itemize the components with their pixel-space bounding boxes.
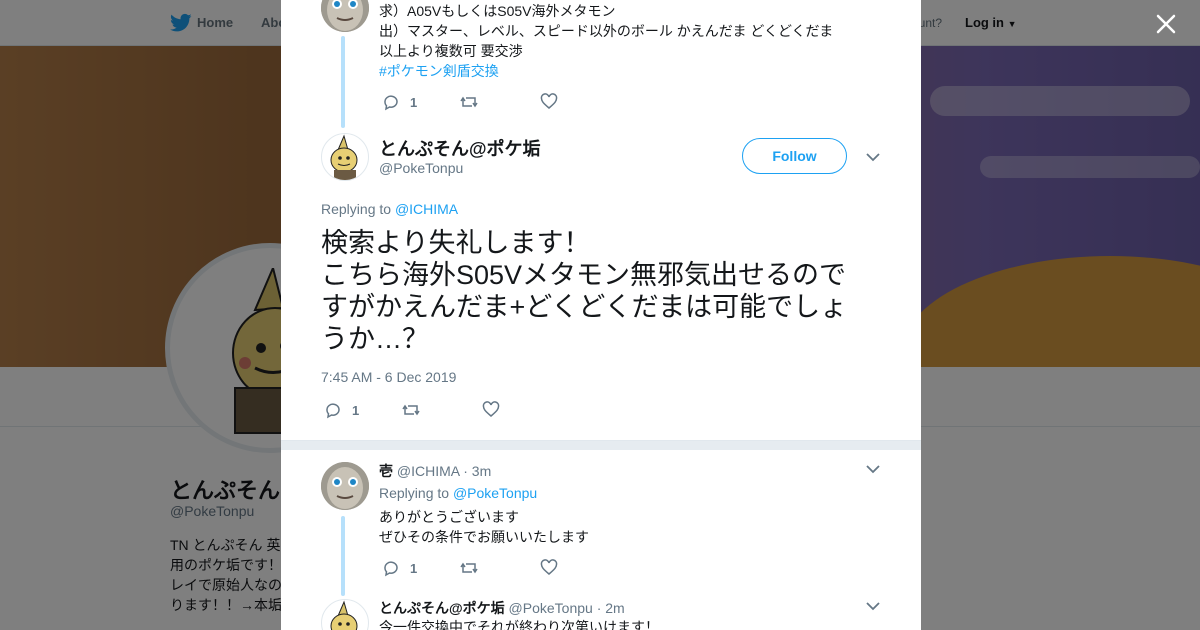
replying-to-link[interactable]: @ICHIMA: [395, 201, 458, 217]
like-action[interactable]: [540, 559, 558, 577]
section-divider: [281, 440, 921, 450]
reply-text-line: ありがとうございます: [379, 509, 519, 525]
reply-action[interactable]: 1: [382, 93, 417, 111]
reply-count: 1: [352, 402, 360, 418]
reply-count: 1: [410, 560, 418, 576]
prev-tweet-line: 以上より複数可 要交渉: [379, 43, 523, 59]
replying-to-prefix: Replying to: [379, 485, 450, 501]
heart-icon: [540, 93, 558, 109]
reply-action[interactable]: 1: [382, 559, 417, 577]
mimikyu-avatar-image: [330, 600, 358, 630]
main-tweet-text: 検索より失礼します！ こちら海外S05Vメタモン無邪気出せるので すがかえんだま…: [321, 228, 848, 354]
hashtag-link[interactable]: #ポケモン剣盾交換: [379, 61, 499, 81]
reply-display-name[interactable]: とんぷそん@ポケ垢: [379, 600, 505, 616]
mimikyu-avatar-image: [330, 134, 358, 180]
chevron-down-icon[interactable]: [866, 601, 880, 611]
ichima-avatar[interactable]: [321, 0, 369, 32]
retweet-icon: [460, 96, 478, 108]
follow-button[interactable]: Follow: [742, 138, 847, 174]
reply-header: とんぷそん@ポケ垢 @PokeTonpu · 2m: [379, 598, 625, 618]
like-action[interactable]: [482, 401, 500, 419]
close-icon[interactable]: [1155, 13, 1177, 35]
reply-icon: [384, 95, 398, 111]
thread-connector: [341, 516, 345, 596]
reply-time[interactable]: · 3m: [463, 463, 491, 479]
replying-to-link[interactable]: @PokeTonpu: [453, 485, 537, 501]
main-tweet-replying-to: Replying to @ICHIMA: [321, 201, 458, 217]
reply-replying-to: Replying to @PokeTonpu: [379, 485, 537, 501]
thread-connector: [341, 36, 345, 128]
like-action[interactable]: [540, 93, 558, 111]
main-tweet-handle[interactable]: @PokeTonpu: [379, 160, 463, 176]
reply-icon: [326, 403, 340, 419]
reply-text: 今一件交換中でそれが終わり次第いけます！: [379, 619, 659, 630]
prev-tweet-line: 出）マスター、レベル、スピード以外のボール かえんだま どくどくだま: [379, 23, 834, 39]
retweet-icon: [460, 562, 478, 574]
heart-icon: [482, 401, 500, 417]
retweet-action[interactable]: [460, 559, 478, 577]
main-tweet-timestamp[interactable]: 7:45 AM - 6 Dec 2019: [321, 369, 456, 385]
poketonpu-avatar[interactable]: [321, 599, 369, 630]
reply-header: 壱 @ICHIMA · 3m: [379, 461, 491, 481]
retweet-icon: [402, 404, 420, 416]
reply-text-line: ぜひその条件でお願いいたします: [379, 529, 589, 545]
face-avatar-image: [321, 0, 369, 32]
retweet-action[interactable]: [402, 401, 420, 419]
main-tweet-display-name[interactable]: とんぷそん@ポケ垢: [379, 135, 541, 161]
face-avatar-image: [321, 462, 369, 510]
ichima-avatar[interactable]: [321, 462, 369, 510]
reply-icon: [384, 561, 398, 577]
replying-to-prefix: Replying to: [321, 201, 392, 217]
reply-handle[interactable]: @ICHIMA: [397, 463, 459, 479]
reply-handle[interactable]: @PokeTonpu: [509, 600, 593, 616]
reply-display-name[interactable]: 壱: [379, 463, 393, 479]
heart-icon: [540, 559, 558, 575]
chevron-down-icon[interactable]: [866, 152, 880, 162]
reply-count: 1: [410, 94, 418, 110]
reply-action[interactable]: 1: [324, 401, 359, 419]
retweet-action[interactable]: [460, 93, 478, 111]
poketonpu-avatar[interactable]: [321, 133, 369, 181]
prev-tweet-line: 求）A05VもしくはS05V海外メタモン: [379, 3, 616, 19]
chevron-down-icon[interactable]: [866, 464, 880, 474]
reply-time[interactable]: · 2m: [597, 600, 625, 616]
tweet-permalink-modal: 求）A05VもしくはS05V海外メタモン 出）マスター、レベル、スピード以外のボ…: [281, 0, 921, 630]
